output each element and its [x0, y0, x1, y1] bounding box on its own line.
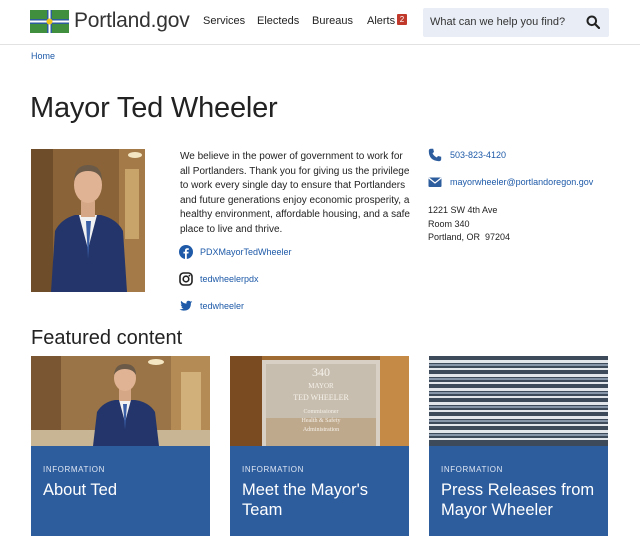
email-link[interactable]: mayorwheeler@portlandoregon.gov: [428, 175, 593, 189]
twitter-handle: tedwheeler: [200, 301, 245, 311]
breadcrumb: Home: [31, 51, 55, 61]
card-body-about-ted: INFORMATION About Ted: [31, 446, 210, 536]
featured-card-press-releases[interactable]: INFORMATION Press Releases from Mayor Wh…: [429, 356, 608, 536]
card-tag: INFORMATION: [441, 465, 504, 474]
nav-services[interactable]: Services: [203, 15, 245, 27]
card-tag: INFORMATION: [242, 465, 305, 474]
card-title[interactable]: About Ted: [43, 480, 198, 500]
alerts-count-badge: 2: [397, 14, 407, 25]
card-image-press-releases: [429, 356, 608, 446]
door-text-admin: Administration: [303, 427, 339, 433]
mayor-bio: We believe in the power of government to…: [180, 151, 410, 235]
address-line-3: Portland, OR 97204: [428, 232, 511, 242]
nav-bureaus[interactable]: Bureaus: [312, 15, 353, 27]
search-box[interactable]: What can we help you find?: [423, 8, 609, 37]
featured-heading: Featured content: [31, 327, 183, 349]
phone-icon: [428, 148, 442, 162]
card-image-about-ted: [31, 356, 210, 446]
twitter-icon: [179, 300, 193, 311]
phone-link[interactable]: 503-823-4120: [428, 148, 506, 162]
site-logo-text: Portland.gov: [74, 9, 190, 32]
phone-number: 503-823-4120: [450, 150, 507, 160]
site-header: Portland.gov Services Electeds Bureaus A…: [0, 0, 640, 44]
instagram-handle: tedwheelerpdx: [200, 274, 259, 284]
twitter-link[interactable]: tedwheeler: [179, 299, 244, 313]
card-body-press-releases: INFORMATION Press Releases from Mayor Wh…: [429, 446, 608, 536]
instagram-link[interactable]: tedwheelerpdx: [179, 272, 259, 286]
nav-alerts[interactable]: Alerts: [367, 15, 395, 27]
card-title[interactable]: Press Releases from Mayor Wheeler: [441, 480, 596, 520]
card-body-mayors-team: INFORMATION Meet the Mayor's Team: [230, 446, 409, 536]
address-line-2: Room 340: [428, 218, 470, 229]
facebook-handle: PDXMayorTedWheeler: [200, 247, 292, 257]
door-text-mayor: MAYOR: [308, 382, 334, 390]
portland-flag-icon: [30, 9, 69, 33]
envelope-icon: [428, 177, 442, 187]
nav-electeds[interactable]: Electeds: [257, 15, 299, 27]
header-divider: [0, 44, 640, 45]
site-logo[interactable]: Portland.gov: [30, 9, 190, 33]
door-text-health: Health & Safety: [302, 417, 341, 424]
card-tag: INFORMATION: [43, 465, 106, 474]
featured-card-mayors-team[interactable]: 340 MAYOR TED WHEELER Commissioner Healt…: [230, 356, 409, 536]
email-address: mayorwheeler@portlandoregon.gov: [450, 177, 594, 187]
breadcrumb-home[interactable]: Home: [31, 51, 55, 61]
card-title[interactable]: Meet the Mayor's Team: [242, 480, 397, 520]
facebook-link[interactable]: PDXMayorTedWheeler: [179, 245, 292, 259]
page-title: Mayor Ted Wheeler: [30, 92, 278, 124]
door-text-name: TED WHEELER: [293, 393, 349, 402]
address-line-1: 1221 SW 4th Ave: [428, 205, 498, 215]
search-input[interactable]: What can we help you find?: [430, 16, 565, 28]
door-text-room: 340: [312, 365, 330, 379]
instagram-icon: [179, 272, 193, 286]
facebook-icon: [179, 245, 193, 259]
mayor-portrait: [31, 149, 145, 292]
search-icon[interactable]: [586, 15, 600, 29]
mailing-address: 1221 SW 4th Ave Room 340 Portland, OR 97…: [428, 204, 510, 245]
door-text-commissioner: Commissioner: [303, 409, 338, 415]
card-image-mayors-team: 340 MAYOR TED WHEELER Commissioner Healt…: [230, 356, 409, 446]
featured-card-about-ted[interactable]: INFORMATION About Ted: [31, 356, 210, 536]
